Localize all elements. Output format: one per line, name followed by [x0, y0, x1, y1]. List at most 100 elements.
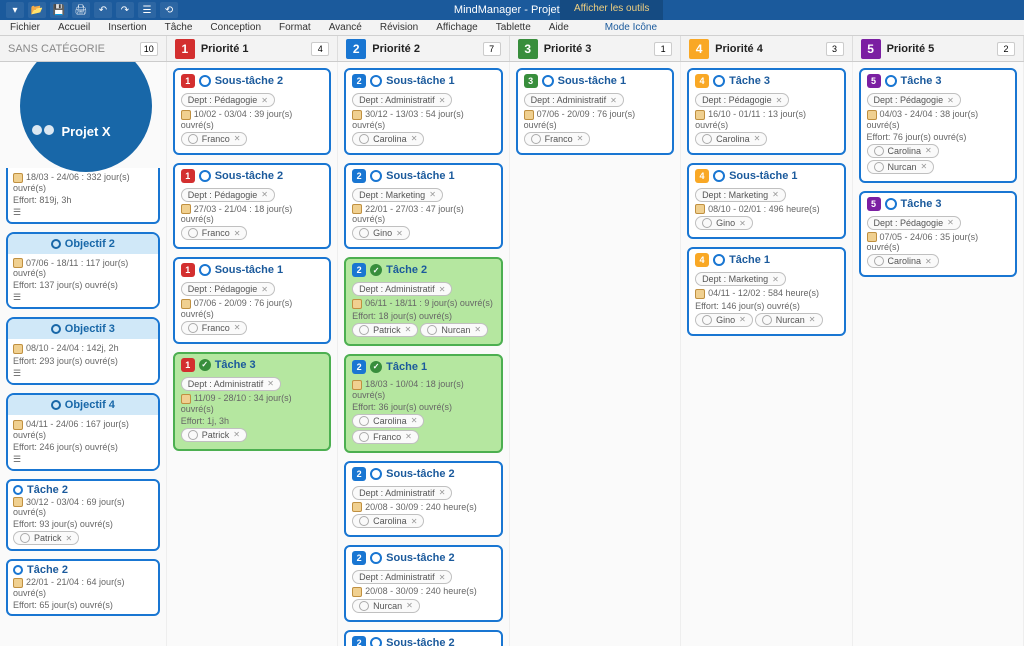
- notes-icon[interactable]: ☰: [13, 206, 153, 219]
- remove-icon[interactable]: ✕: [739, 219, 746, 228]
- task-card[interactable]: Tâche 2 22/01 - 21/04 : 64 jour(s) ouvré…: [6, 559, 160, 616]
- menu-tablette[interactable]: Tablette: [496, 22, 531, 33]
- column-header[interactable]: 5Priorité 52: [853, 36, 1024, 61]
- person-tag[interactable]: Gino✕: [352, 226, 410, 240]
- open-icon[interactable]: 📂: [28, 2, 46, 18]
- person-tag[interactable]: Franco✕: [524, 132, 591, 146]
- task-card[interactable]: Tâche 2 30/12 - 03/04 : 69 jour(s) ouvré…: [6, 479, 160, 552]
- column-header[interactable]: 3Priorité 31: [510, 36, 681, 61]
- redo-icon[interactable]: ↷: [116, 2, 134, 18]
- person-tag[interactable]: Nurcan✕: [867, 160, 935, 174]
- task-card[interactable]: 2✓Tâche 1 18/03 - 10/04 : 18 jour(s) ouv…: [344, 354, 502, 453]
- remove-icon[interactable]: ✕: [925, 146, 932, 155]
- remove-icon[interactable]: ✕: [234, 323, 241, 332]
- remove-icon[interactable]: ✕: [439, 488, 446, 497]
- person-tag[interactable]: Carolina✕: [352, 414, 424, 428]
- column-header[interactable]: 4Priorité 43: [681, 36, 852, 61]
- remove-icon[interactable]: ✕: [921, 162, 928, 171]
- person-tag[interactable]: Patrick✕: [352, 323, 418, 337]
- remove-icon[interactable]: ✕: [429, 190, 436, 199]
- remove-icon[interactable]: ✕: [234, 134, 241, 143]
- remove-icon[interactable]: ✕: [439, 285, 446, 294]
- dept-tag[interactable]: Dept : Administratif✕: [352, 570, 452, 584]
- column-header[interactable]: SANS CATÉGORIE10: [0, 36, 167, 61]
- menu-mode-icone[interactable]: Mode Icône: [605, 22, 657, 33]
- remove-icon[interactable]: ✕: [261, 285, 268, 294]
- remove-icon[interactable]: ✕: [411, 517, 418, 526]
- notes-icon[interactable]: ☰: [13, 453, 153, 466]
- person-tag[interactable]: Patrick✕: [13, 531, 79, 545]
- dept-tag[interactable]: Dept : Pédagogie✕: [181, 188, 275, 202]
- person-tag[interactable]: Carolina✕: [352, 514, 424, 528]
- menu-avance[interactable]: Avancé: [329, 22, 362, 33]
- task-card[interactable]: 4Tâche 3 Dept : Pédagogie✕16/10 - 01/11 …: [687, 68, 845, 155]
- dept-tag[interactable]: Dept : Marketing✕: [695, 188, 786, 202]
- remove-icon[interactable]: ✕: [267, 379, 274, 388]
- task-card[interactable]: 1✓Tâche 3 Dept : Administratif✕11/09 - 2…: [173, 352, 331, 451]
- menu-accueil[interactable]: Accueil: [58, 22, 90, 33]
- person-tag[interactable]: Nurcan✕: [755, 313, 823, 327]
- person-tag[interactable]: Nurcan✕: [420, 323, 488, 337]
- dept-tag[interactable]: Dept : Pédagogie✕: [867, 216, 961, 230]
- remove-icon[interactable]: ✕: [947, 218, 954, 227]
- dept-tag[interactable]: Dept : Marketing✕: [695, 272, 786, 286]
- remove-icon[interactable]: ✕: [776, 96, 783, 105]
- task-card[interactable]: 1Sous-tâche 2 Dept : Pédagogie✕10/02 - 0…: [173, 68, 331, 155]
- dept-tag[interactable]: Dept : Administratif✕: [524, 93, 624, 107]
- person-tag[interactable]: Carolina✕: [867, 144, 939, 158]
- sync-icon[interactable]: ⟲: [160, 2, 178, 18]
- menu-fichier[interactable]: Fichier: [10, 22, 40, 33]
- remove-icon[interactable]: ✕: [261, 96, 268, 105]
- person-tag[interactable]: Carolina✕: [867, 254, 939, 268]
- notes-icon[interactable]: ☰: [13, 367, 153, 380]
- task-card[interactable]: 2Sous-tâche 1 Dept : Administratif✕30/12…: [344, 68, 502, 155]
- dept-tag[interactable]: Dept : Pédagogie✕: [695, 93, 789, 107]
- menu-format[interactable]: Format: [279, 22, 311, 33]
- dept-tag[interactable]: Dept : Pédagogie✕: [181, 282, 275, 296]
- menu-conception[interactable]: Conception: [210, 22, 261, 33]
- remove-icon[interactable]: ✕: [439, 573, 446, 582]
- remove-icon[interactable]: ✕: [809, 315, 816, 324]
- notes-icon[interactable]: ☰: [13, 291, 153, 304]
- column-header[interactable]: 1Priorité 14: [167, 36, 338, 61]
- person-tag[interactable]: Carolina✕: [352, 132, 424, 146]
- project-header[interactable]: Projet X: [6, 68, 166, 168]
- dept-tag[interactable]: Dept : Pédagogie✕: [867, 93, 961, 107]
- remove-icon[interactable]: ✕: [234, 229, 241, 238]
- menu-affichage[interactable]: Affichage: [436, 22, 478, 33]
- dept-tag[interactable]: Dept : Marketing✕: [352, 188, 443, 202]
- project-meta-card[interactable]: 18/03 - 24/06 : 332 jour(s) ouvré(s) Eff…: [6, 168, 160, 224]
- task-card[interactable]: 3Sous-tâche 1 Dept : Administratif✕07/06…: [516, 68, 674, 155]
- remove-icon[interactable]: ✕: [947, 96, 954, 105]
- task-card[interactable]: 2Sous-tâche 2 Dept : Marketing✕17/10 - 1…: [344, 630, 502, 646]
- dept-tag[interactable]: Dept : Pédagogie✕: [181, 93, 275, 107]
- task-card[interactable]: 2Sous-tâche 2 Dept : Administratif✕20/08…: [344, 461, 502, 538]
- dept-tag[interactable]: Dept : Administratif✕: [352, 93, 452, 107]
- person-tag[interactable]: Nurcan✕: [352, 599, 420, 613]
- remove-icon[interactable]: ✕: [406, 601, 413, 610]
- remove-icon[interactable]: ✕: [66, 534, 73, 543]
- person-tag[interactable]: Franco✕: [352, 430, 419, 444]
- remove-icon[interactable]: ✕: [577, 134, 584, 143]
- remove-icon[interactable]: ✕: [405, 325, 412, 334]
- person-tag[interactable]: Carolina✕: [695, 132, 767, 146]
- remove-icon[interactable]: ✕: [474, 325, 481, 334]
- person-tag[interactable]: Franco✕: [181, 321, 248, 335]
- person-tag[interactable]: Franco✕: [181, 132, 248, 146]
- objective-card[interactable]: Objectif 2 07/06 - 18/11 : 117 jour(s) o…: [6, 232, 160, 310]
- remove-icon[interactable]: ✕: [754, 134, 761, 143]
- new-file-icon[interactable]: ▾: [6, 2, 24, 18]
- print-icon[interactable]: 🖨: [72, 2, 90, 18]
- task-card[interactable]: 2✓Tâche 2 Dept : Administratif✕06/11 - 1…: [344, 257, 502, 346]
- task-card[interactable]: 4Sous-tâche 1 Dept : Marketing✕08/10 - 0…: [687, 163, 845, 240]
- person-tag[interactable]: Patrick✕: [181, 428, 247, 442]
- dept-tag[interactable]: Dept : Administratif✕: [352, 282, 452, 296]
- remove-icon[interactable]: ✕: [396, 229, 403, 238]
- undo-icon[interactable]: ↶: [94, 2, 112, 18]
- person-tag[interactable]: Gino✕: [695, 216, 753, 230]
- remove-icon[interactable]: ✕: [772, 275, 779, 284]
- remove-icon[interactable]: ✕: [405, 432, 412, 441]
- view-icon[interactable]: ☰: [138, 2, 156, 18]
- remove-icon[interactable]: ✕: [411, 416, 418, 425]
- task-card[interactable]: 5Tâche 3 Dept : Pédagogie✕04/03 - 24/04 …: [859, 68, 1017, 183]
